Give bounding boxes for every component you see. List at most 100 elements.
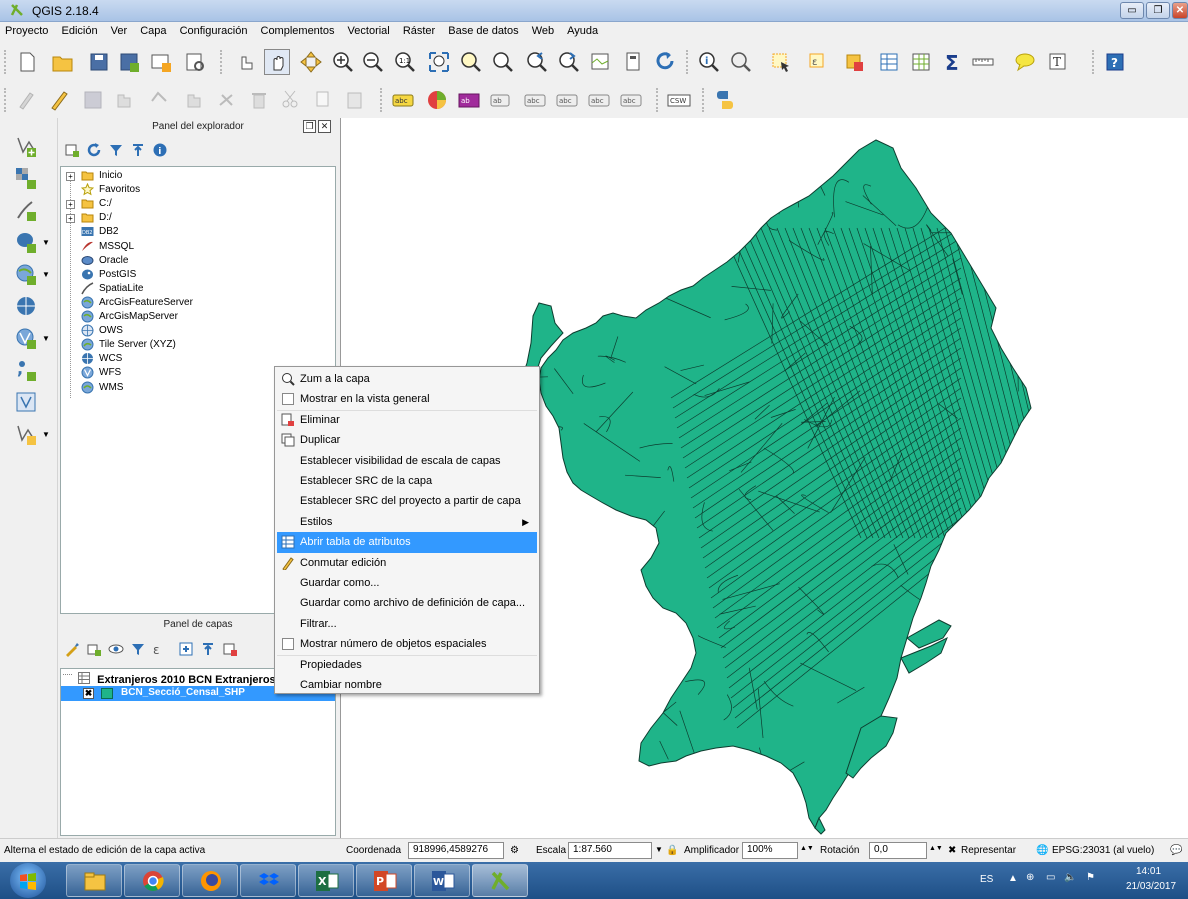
context-menu-item-abrir-tabla-de-atributos[interactable]: Abrir tabla de atributos [277, 532, 537, 554]
save-edits-icon[interactable] [80, 87, 106, 113]
dropbox-icon[interactable] [240, 864, 296, 897]
menu-vectorial[interactable]: Vectorial [343, 22, 395, 40]
current-edits-icon[interactable] [14, 87, 40, 113]
context-menu-item-eliminar[interactable]: Eliminar [277, 410, 537, 431]
zoom-native-resolution-icon[interactable]: 1:1 [392, 49, 418, 75]
zoom-full-icon[interactable] [426, 49, 452, 75]
statistical-summary-icon[interactable]: Σ [940, 49, 966, 75]
display-icon[interactable]: ▭ [1046, 872, 1055, 883]
context-menu-item-estilos[interactable]: Estilos ▶ [277, 512, 537, 533]
save-project-icon[interactable] [86, 49, 112, 75]
map-tips-balloon-icon[interactable] [1012, 49, 1038, 75]
menu-ver[interactable]: Ver [106, 22, 133, 40]
context-menu-item-establecer-visibilidad-de-escala-de-capas[interactable]: Establecer visibilidad de escala de capa… [277, 451, 537, 472]
measure-line-icon[interactable] [970, 49, 996, 75]
context-menu-item-guardar-como-archivo-de-definicion-de-capa[interactable]: Guardar como archivo de definición de ca… [277, 593, 537, 614]
magnifier-field[interactable]: 100% [742, 842, 798, 859]
show-hidden-icons-icon[interactable]: ▲ [1008, 873, 1018, 884]
open-field-calculator-icon[interactable] [908, 49, 934, 75]
menu-configuracion[interactable]: Configuración [175, 22, 253, 40]
open-layer-styling-icon[interactable] [64, 641, 80, 657]
csw-icon[interactable]: CSW [666, 87, 692, 113]
add-feature-icon[interactable] [112, 87, 138, 113]
filter-icon[interactable] [108, 142, 124, 158]
context-menu-item-establecer-src-del-proyecto-a-partir-de-capa[interactable]: Establecer SRC del proyecto a partir de … [277, 491, 537, 512]
collapse-all-icon[interactable] [130, 142, 146, 158]
layer-symbol-swatch[interactable] [101, 688, 113, 699]
close-panel-icon[interactable]: ✕ [318, 120, 331, 133]
deselect-features-icon[interactable] [842, 49, 868, 75]
messages-icon[interactable]: 💬 [1170, 845, 1182, 856]
scale-combo[interactable]: 1:87.560 [568, 842, 652, 859]
context-menu-item-mostrar-numero-de-objetos-espaciales[interactable]: Mostrar número de objetos espaciales [277, 634, 537, 655]
layer-item[interactable]: Extranjeros 2010 BCN Extranjeros [63, 672, 276, 687]
select-by-value-icon[interactable]: ε [806, 49, 832, 75]
label-toolbar-icon[interactable]: abc [390, 87, 416, 113]
select-features-icon[interactable] [768, 49, 794, 75]
new-project-icon[interactable] [14, 49, 40, 75]
zoom-last-icon[interactable] [524, 49, 550, 75]
file-explorer-icon[interactable] [66, 864, 122, 897]
context-menu-item-establecer-src-de-la-capa[interactable]: Establecer SRC de la capa [277, 471, 537, 492]
add-group-icon[interactable] [86, 641, 102, 657]
add-selected-layers-icon[interactable] [64, 142, 80, 158]
context-menu-item-conmutar-edicion[interactable]: Conmutar edición [277, 553, 537, 574]
firefox-icon[interactable] [182, 864, 238, 897]
word-icon[interactable]: W [414, 864, 470, 897]
context-menu-item-mostrar-en-la-vista-general[interactable]: Mostrar en la vista general [277, 389, 537, 410]
touch-zoom-icon[interactable] [232, 49, 258, 75]
refresh-icon[interactable] [86, 142, 102, 158]
filter-legend-icon[interactable] [130, 641, 146, 657]
crs-status[interactable]: EPSG:23031 (al vuelo) [1052, 845, 1154, 856]
add-wms-layer-icon[interactable] [14, 262, 38, 286]
refresh-icon[interactable] [652, 49, 678, 75]
collapse-all-icon[interactable] [200, 641, 216, 657]
zoom-to-selection-icon[interactable] [458, 49, 484, 75]
add-postgis-layer-icon[interactable] [14, 230, 38, 254]
expand-collapse-icon[interactable] [63, 674, 72, 683]
powerpoint-icon[interactable]: P [356, 864, 412, 897]
add-wfs-layer-icon[interactable] [14, 326, 38, 350]
python-console-icon[interactable] [712, 87, 738, 113]
chevron-down-icon[interactable]: ▼ [655, 845, 663, 854]
expand-all-icon[interactable] [178, 641, 194, 657]
chevron-down-icon[interactable]: ▼ [42, 270, 50, 279]
menu-complementos[interactable]: Complementos [256, 22, 340, 40]
layer-diagram-options-icon[interactable] [424, 87, 450, 113]
zoom-next-icon[interactable] [556, 49, 582, 75]
clock-date[interactable]: 21/03/2017 [1126, 881, 1176, 892]
zoom-in-icon[interactable] [330, 49, 356, 75]
expand-icon[interactable]: + [66, 172, 75, 181]
zoom-out-icon[interactable] [360, 49, 386, 75]
chevron-down-icon[interactable]: ▼ [42, 238, 50, 247]
volume-icon[interactable]: 🔈 [1064, 872, 1076, 883]
identify-features-icon[interactable]: i [696, 49, 722, 75]
language-indicator[interactable]: ES [980, 874, 993, 885]
new-print-composer-icon[interactable] [148, 49, 174, 75]
manage-map-themes-icon[interactable] [108, 641, 124, 657]
crs-globe-icon[interactable]: 🌐 [1036, 845, 1048, 856]
spinner-icon[interactable]: ▲▼ [800, 845, 814, 852]
menu-ayuda[interactable]: Ayuda [562, 22, 603, 40]
open-attribute-table-icon[interactable] [876, 49, 902, 75]
zoom-to-layer-icon[interactable] [490, 49, 516, 75]
add-delimited-text-layer-icon[interactable]: , [14, 358, 38, 382]
context-menu-item-propiedades[interactable]: Propiedades [277, 655, 537, 676]
add-spatialite-layer-icon[interactable] [14, 198, 38, 222]
add-vector-layer-icon[interactable] [14, 134, 38, 158]
filter-by-expression-icon[interactable]: ε [152, 641, 168, 657]
cut-features-icon[interactable] [278, 87, 304, 113]
add-wcs-layer-icon[interactable] [14, 294, 38, 318]
context-menu-item-guardar-como[interactable]: Guardar como... [277, 573, 537, 594]
remove-layer-icon[interactable] [222, 641, 238, 657]
menu-web[interactable]: Web [527, 22, 559, 40]
chevron-down-icon[interactable]: ▼ [42, 430, 50, 439]
new-shapefile-layer-icon[interactable] [14, 422, 38, 446]
lock-scale-icon[interactable]: 🔒 [666, 845, 678, 856]
rotate-label-icon[interactable]: abc [586, 87, 612, 113]
toggle-editing-icon[interactable] [46, 87, 72, 113]
expand-icon[interactable]: + [66, 200, 75, 210]
menu-base-de-datos[interactable]: Base de datos [443, 22, 523, 40]
close-button[interactable]: ✕ [1172, 2, 1188, 19]
delete-trash-icon[interactable] [246, 87, 272, 113]
